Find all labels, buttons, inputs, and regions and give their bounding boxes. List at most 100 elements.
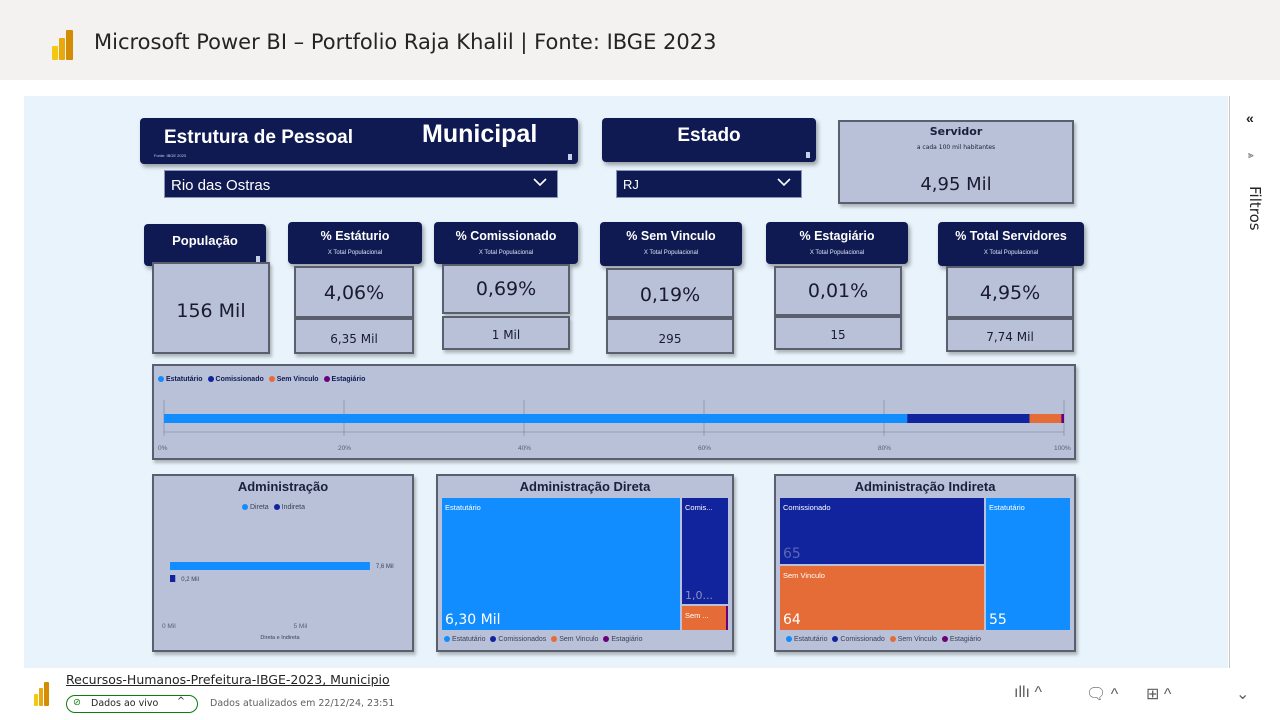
- chevron-down-icon: [777, 178, 791, 187]
- direta-cell-estatutario-label: Estatutário: [445, 503, 481, 512]
- x-tick-label: 20%: [338, 445, 351, 452]
- legend-item-sem-vinculo[interactable]: Sem Vinculo: [889, 636, 937, 643]
- indireta-legend: Estatutário Comissionado Sem Vinculo Est…: [786, 636, 984, 643]
- municipio-dropdown[interactable]: Rio das Ostras: [164, 170, 558, 198]
- indireta-cell-sem-vinculo-label: Sem Vinculo: [783, 571, 825, 580]
- legend-item-estagiario[interactable]: Estagiário: [603, 636, 643, 643]
- municipal-header-card: Estrutura de Pessoal Municipal Fonte: IB…: [140, 118, 578, 164]
- direta-cell-comissionado-value: 1,0...: [685, 589, 713, 602]
- kpi-comissionado-count-card: 1 Mil: [442, 316, 570, 350]
- legend-item-sem-vinculo[interactable]: Sem Vinculo: [551, 636, 598, 643]
- legend-item-comissionado[interactable]: Comissionado: [207, 376, 264, 383]
- legend-item-estatutario[interactable]: Estatutário: [786, 636, 827, 643]
- x-tick-label: 0%: [158, 445, 168, 452]
- direta-legend: Estatutário Comissionados Sem Vinculo Es…: [444, 636, 646, 643]
- populacao-value-card: 156 Mil: [152, 262, 270, 354]
- live-data-pill[interactable]: ⊘ Dados ao vivo ^: [66, 695, 198, 713]
- kpi-comissionado-header: % Comissionado X Total Populacional: [434, 222, 578, 264]
- bar-data-label: 0,2 Mil: [181, 577, 199, 583]
- legend-item-estagiario[interactable]: Estagiário: [323, 376, 365, 383]
- direta-cell-comissionado[interactable]: Comis... 1,0...: [682, 498, 728, 604]
- report-name-link[interactable]: Recursos-Humanos-Prefeitura-IBGE-2023, M…: [66, 672, 390, 687]
- x-tick-label: 40%: [518, 445, 531, 452]
- kpi-sem-vinculo-pct-card: 0,19%: [606, 268, 734, 318]
- stacked-bar-segment-0[interactable]: [164, 414, 908, 423]
- kpi-estatutario-subtitle: X Total Populacional: [327, 250, 383, 256]
- populacao-value: 156 Mil: [176, 300, 246, 322]
- indireta-treemap-panel: Administração Indireta Comissionado 65 S…: [774, 474, 1076, 652]
- filters-pane[interactable]: « ⫸ Filtros: [1230, 96, 1280, 668]
- stacked-bar-chart: 0% 20% 40% 60% 80% 100%: [158, 400, 1071, 452]
- legend-item-estatutario[interactable]: Estatutário: [158, 376, 203, 383]
- stacked-bar-segment-3[interactable]: [1061, 414, 1064, 423]
- power-bi-logo-icon: [34, 682, 49, 706]
- resize-handle-icon: [568, 154, 572, 160]
- collapse-chevron-icon[interactable]: «: [1246, 110, 1254, 126]
- indireta-cell-estatutario-value: 55: [989, 612, 1007, 628]
- kpi-estatutario-pct-card: 4,06%: [294, 266, 414, 318]
- chevron-down-icon[interactable]: ⌄: [1236, 684, 1249, 704]
- x-tick-label: 60%: [698, 445, 711, 452]
- filter-funnel-icon: ⫸: [1248, 150, 1254, 161]
- estado-header-card: Estado: [602, 118, 816, 162]
- direta-title: Administração Direta: [519, 479, 651, 494]
- legend-item-estatutario[interactable]: Estatutário: [444, 636, 485, 643]
- filters-label[interactable]: Filtros: [1246, 186, 1264, 231]
- indireta-cell-estatutario-label: Estatutário: [989, 503, 1025, 512]
- kpi-comissionado-pct-card: 0,69%: [442, 264, 570, 314]
- servidor-card: Servidor a cada 100 mil habitantes 4,95 …: [838, 120, 1074, 204]
- indireta-cell-comissionado[interactable]: Comissionado 65: [780, 498, 984, 564]
- report-canvas: Estrutura de Pessoal Municipal Fonte: IB…: [24, 96, 1228, 668]
- legend-item-estagiario[interactable]: Estagiário: [941, 636, 981, 643]
- x-tick-label: 100%: [1054, 445, 1071, 452]
- direta-treemap-panel: Administração Direta Estatutário 6,30 Mi…: [436, 474, 734, 652]
- indireta-cell-comissionado-label: Comissionado: [783, 503, 831, 512]
- kpi-sem-vinculo-count-card: 295: [606, 318, 734, 354]
- kpi-comissionado-pct: 0,69%: [475, 278, 537, 300]
- header-title-left: Estrutura de Pessoal: [164, 127, 354, 148]
- direta-cell-comissionado-label: Comis...: [685, 503, 713, 512]
- app-window: Microsoft Power BI – Portfolio Raja Khal…: [0, 0, 1280, 720]
- live-label: Dados ao vivo: [91, 698, 159, 709]
- bar-indireta[interactable]: [170, 575, 176, 582]
- stacked-bar-segment-1[interactable]: [907, 414, 1030, 423]
- kpi-estatutario-header: % Estáturio X Total Populacional: [288, 222, 422, 264]
- kpi-sem-vinculo-pct: 0,19%: [639, 284, 701, 306]
- stacked-bar-legend: Estatutário Comissionado Sem Vinculo Est…: [158, 376, 368, 383]
- direta-cell-estatutario[interactable]: Estatutário 6,30 Mil: [442, 498, 680, 630]
- estado-dropdown[interactable]: RJ: [616, 170, 802, 198]
- source-note: Fonte: IBGE 2023: [154, 153, 187, 158]
- last-updated-text: Dados atualizados em 22/12/24, 23:51: [210, 698, 395, 709]
- comment-icon[interactable]: 🗨 ^: [1086, 684, 1118, 704]
- stacked-bar-segment-2[interactable]: [1029, 414, 1062, 423]
- chevron-up-icon: ^: [177, 696, 185, 707]
- direta-cell-sem-vinculo-label: Sem ...: [685, 611, 709, 620]
- direta-cell-sem-vinculo[interactable]: Sem ...: [682, 606, 726, 630]
- administracao-bar-chart: 7,6 Mil 0,2 Mil 0 Mil 5 Mil Direta e Indiret…: [162, 562, 394, 641]
- legend-item-comissionado[interactable]: Comissionado: [832, 636, 885, 643]
- kpi-sem-vinculo-subtitle: X Total Populacional: [643, 250, 699, 256]
- indireta-title: Administração Indireta: [854, 479, 996, 494]
- legend-item-sem-vinculo[interactable]: Sem Vinculo: [268, 376, 319, 383]
- kpi-comissionado-count: 1 Mil: [491, 328, 521, 342]
- bar-direta[interactable]: [170, 562, 370, 570]
- kpi-total-count: 7,74 Mil: [986, 330, 1034, 344]
- estado-value: RJ: [623, 177, 639, 192]
- servidor-subtitle: a cada 100 mil habitantes: [916, 144, 996, 151]
- indireta-cell-sem-vinculo[interactable]: Sem Vinculo 64: [780, 566, 984, 630]
- direta-cell-estagiario[interactable]: [726, 606, 728, 630]
- status-bar: Recursos-Humanos-Prefeitura-IBGE-2023, M…: [0, 668, 1280, 720]
- layout-icon[interactable]: ⊞ ^: [1146, 684, 1171, 704]
- estado-title: Estado: [677, 125, 741, 146]
- kpi-estatutario-pct: 4,06%: [323, 282, 385, 304]
- title-bar: Microsoft Power BI – Portfolio Raja Khal…: [0, 0, 1280, 80]
- administracao-panel: Administração Direta Indireta 7,6 Mil 0,2…: [152, 474, 414, 652]
- kpi-estatutario-count: 6,35 Mil: [330, 332, 378, 346]
- legend-item-comissionados[interactable]: Comissionados: [490, 636, 546, 643]
- indireta-cell-sem-vinculo-value: 64: [783, 612, 801, 628]
- servidor-value: 4,95 Mil: [920, 174, 992, 195]
- bar-chart-icon[interactable]: ıllı ^: [1014, 684, 1042, 702]
- kpi-total-header: % Total Servidores X Total Populacional: [938, 222, 1084, 266]
- stacked-bar-panel: Estatutário Comissionado Sem Vinculo Est…: [152, 364, 1076, 460]
- indireta-cell-estatutario[interactable]: Estatutário 55: [986, 498, 1070, 630]
